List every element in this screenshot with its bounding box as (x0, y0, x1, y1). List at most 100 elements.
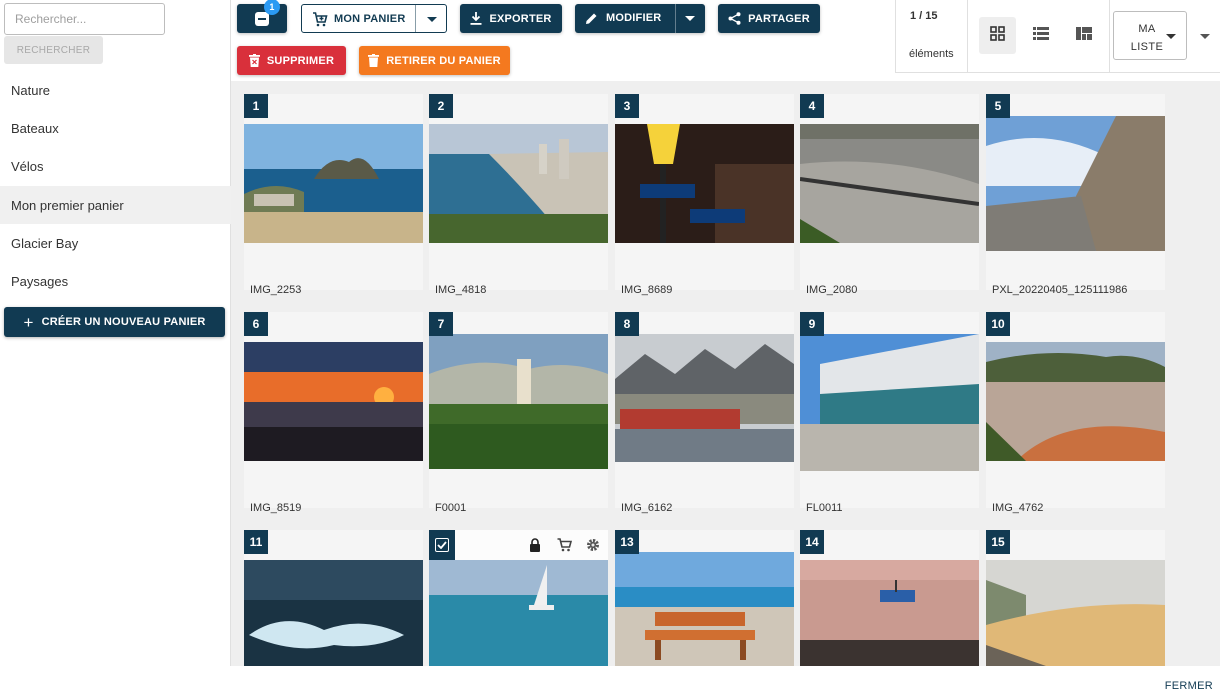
item-number: 9 (800, 312, 824, 336)
thumbnail-image[interactable] (615, 124, 794, 243)
item-number: 1 (244, 94, 268, 118)
thumbnail-card[interactable]: 7 F0001 (429, 312, 608, 514)
item-number: 7 (429, 312, 453, 336)
gear-icon[interactable] (586, 538, 600, 557)
basket-item-nature[interactable]: Nature (0, 71, 231, 109)
my-basket-split-button: MON PANIER (301, 4, 447, 33)
thumbnail-image[interactable] (429, 124, 608, 243)
trash-icon (368, 54, 380, 67)
thumbnail-card[interactable]: 13 (615, 530, 794, 666)
my-basket-button[interactable]: MON PANIER (334, 13, 405, 25)
lock-icon[interactable] (529, 538, 541, 557)
thumbnail-grid: 1 IMG_2253 2 IMG_4818 3 IMG_8689 4 IMG_2… (231, 81, 1220, 666)
trash-icon (248, 54, 260, 67)
basket-item-glacier-bay[interactable]: Glacier Bay (0, 224, 231, 262)
basket-item-label: Paysages (11, 274, 69, 290)
select-checkbox[interactable] (429, 530, 455, 560)
thumbnail-image[interactable] (615, 552, 794, 666)
item-number: 3 (615, 94, 639, 118)
share-button[interactable]: PARTAGER (718, 4, 820, 33)
remove-from-basket-button[interactable]: RETIRER DU PANIER (359, 46, 510, 75)
item-number: 8 (615, 312, 639, 336)
basket-item-label: Glacier Bay (11, 235, 79, 251)
create-basket-button[interactable]: + CRÉER UN NOUVEAU PANIER (4, 307, 225, 337)
thumbnail-image[interactable] (244, 560, 423, 666)
item-name: IMG_4762 (992, 502, 1044, 514)
mosaic-view-button[interactable] (1065, 17, 1102, 54)
toolbar: 1 MON PANIER EXPORTER MODIFIER PARTAGER … (231, 0, 1220, 81)
thumbnail-image[interactable] (244, 124, 423, 243)
more-options-chevron-icon[interactable] (1200, 34, 1210, 39)
item-number: 15 (986, 530, 1010, 554)
thumbnail-card[interactable]: 4 IMG_2080 (800, 94, 979, 296)
thumbnail-image[interactable] (800, 124, 979, 243)
basket-item-bateaux[interactable]: Bateaux (0, 109, 231, 147)
basket-item-mon-premier-panier[interactable]: Mon premier panier (0, 185, 231, 225)
thumbnail-card[interactable]: 11 (244, 530, 423, 666)
thumbnail-card[interactable]: 5 PXL_20220405_125111986 (986, 94, 1165, 296)
cart-icon[interactable] (557, 538, 573, 557)
app-window: RECHERCHER Nature Bateaux Vélos Mon prem… (0, 0, 1220, 699)
list-select-value: MA LISTE (1130, 23, 1164, 53)
close-link[interactable]: FERMER (1165, 680, 1213, 692)
thumbnail-card[interactable]: 15 (986, 530, 1165, 666)
item-number: 10 (986, 312, 1010, 336)
view-controls: 1 / 15 éléments MA LISTE (895, 0, 1220, 73)
thumbnail-image[interactable] (800, 560, 979, 666)
item-number: 13 (615, 530, 639, 554)
search-button[interactable]: RECHERCHER (4, 36, 103, 64)
export-button[interactable]: EXPORTER (460, 4, 562, 33)
thumbnail-card[interactable]: 3 IMG_8689 (615, 94, 794, 296)
thumbnail-card[interactable]: 10 IMG_4762 (986, 312, 1165, 514)
pencil-icon (585, 12, 598, 25)
delete-label: SUPPRIMER (266, 54, 335, 67)
thumbnail-card[interactable]: 2 IMG_4818 (429, 94, 608, 296)
item-count: 1 / 15 (910, 10, 938, 22)
thumbnail-card-selected[interactable] (429, 530, 608, 666)
item-name: PXL_20220405_125111986 (992, 284, 1128, 296)
thumbnail-image[interactable] (986, 560, 1165, 666)
item-name: IMG_8689 (621, 284, 673, 296)
modify-button[interactable]: MODIFIER (606, 12, 661, 24)
basket-item-paysages[interactable]: Paysages (0, 262, 231, 300)
search-input[interactable] (4, 3, 165, 35)
chevron-down-icon[interactable] (427, 17, 437, 22)
chevron-down-icon[interactable] (685, 16, 695, 21)
thumbnail-image[interactable] (429, 334, 608, 469)
thumbnail-image[interactable] (244, 342, 423, 461)
item-name: IMG_4818 (435, 284, 487, 296)
item-hover-toolbar (429, 530, 608, 560)
thumbnail-image[interactable] (615, 334, 794, 462)
create-basket-label: CRÉER UN NOUVEAU PANIER (41, 316, 206, 328)
item-number: 4 (800, 94, 824, 118)
thumbnail-image[interactable] (429, 560, 608, 666)
item-number: 2 (429, 94, 453, 118)
basket-toggle-button[interactable]: 1 (237, 0, 287, 33)
thumbnail-card[interactable]: 1 IMG_2253 (244, 94, 423, 296)
mosaic-view-icon (1075, 26, 1092, 45)
thumbnail-card[interactable]: 8 IMG_6162 (615, 312, 794, 514)
item-name: IMG_2080 (806, 284, 858, 296)
delete-button[interactable]: SUPPRIMER (237, 46, 346, 75)
item-name: IMG_2253 (250, 284, 302, 296)
basket-item-label: Mon premier panier (11, 197, 124, 213)
item-number: 14 (800, 530, 824, 554)
remove-from-basket-label: RETIRER DU PANIER (386, 54, 501, 67)
item-count-label: éléments (909, 48, 954, 60)
modify-split-button: MODIFIER (575, 4, 705, 33)
grid-view-button[interactable] (979, 17, 1016, 54)
list-select[interactable]: MA LISTE (1113, 11, 1187, 60)
basket-item-velos[interactable]: Vélos (0, 148, 231, 186)
thumbnail-image[interactable] (986, 116, 1165, 251)
basket-item-label: Nature (11, 82, 51, 98)
list-view-button[interactable] (1022, 17, 1059, 54)
thumbnail-card[interactable]: 14 (800, 530, 979, 666)
chevron-down-icon (1166, 34, 1176, 39)
item-number: 11 (244, 530, 268, 554)
thumbnail-card[interactable]: 6 IMG_8519 (244, 312, 423, 514)
thumbnail-image[interactable] (800, 334, 979, 471)
item-name: IMG_6162 (621, 502, 673, 514)
thumbnail-image[interactable] (986, 342, 1165, 461)
thumbnail-card[interactable]: 9 FL0011 (800, 312, 979, 514)
download-icon (470, 12, 482, 25)
